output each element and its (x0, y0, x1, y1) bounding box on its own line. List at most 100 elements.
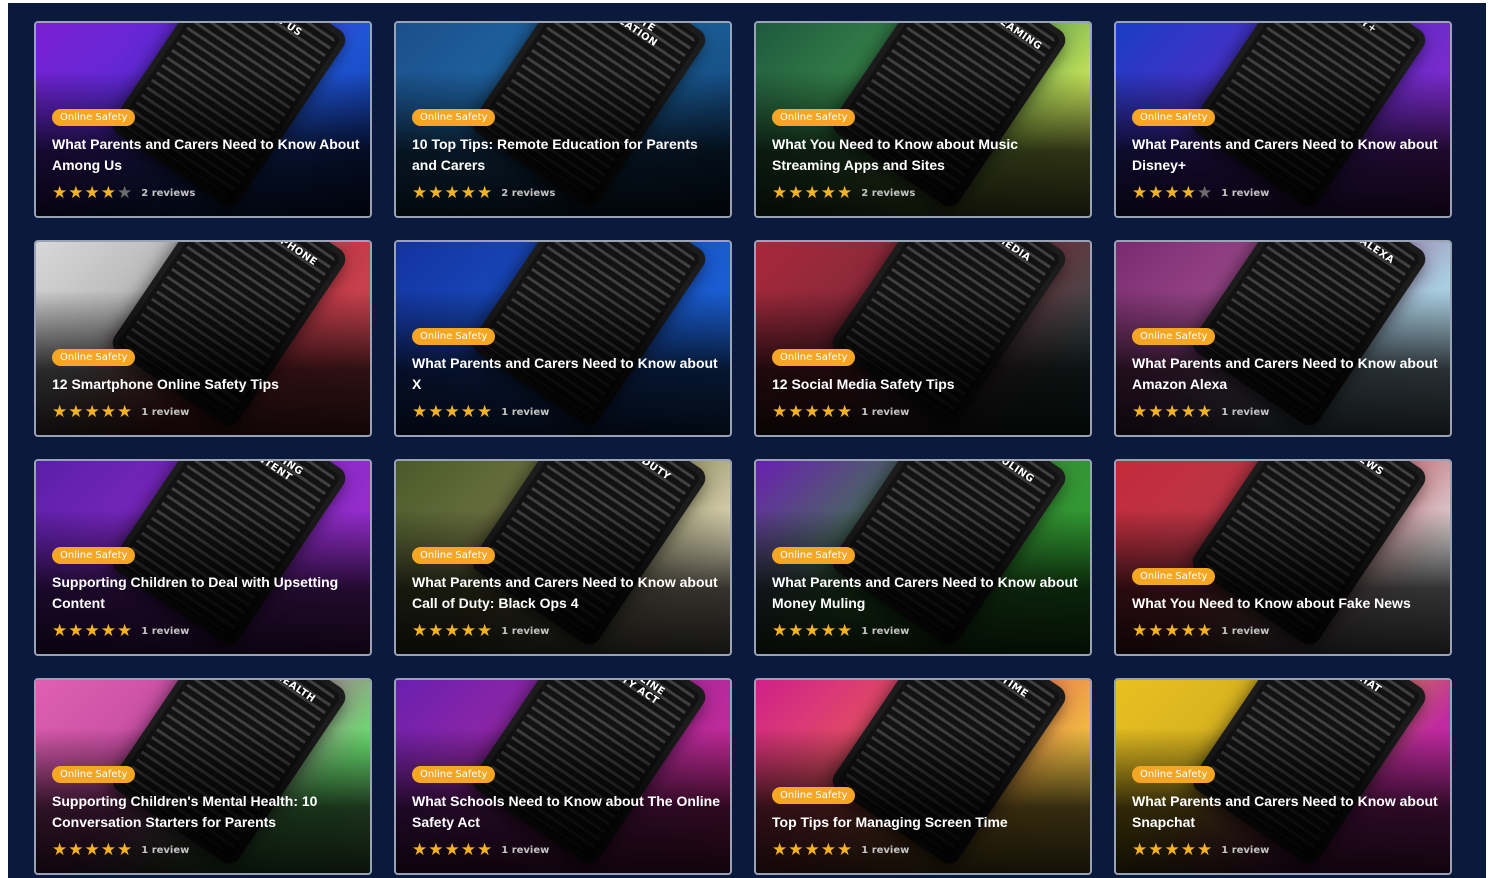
star-filled-icon: ★ (804, 402, 821, 422)
guide-card-7[interactable]: SOCIAL MEDIA Online Safety 12 Social Med… (754, 240, 1092, 437)
star-filled-icon: ★ (412, 621, 429, 641)
star-filled-icon: ★ (772, 621, 789, 641)
star-filled-icon: ★ (68, 840, 85, 860)
star-filled-icon: ★ (68, 621, 85, 641)
guide-card-11[interactable]: MONEY MULING Online Safety What Parents … (754, 459, 1092, 656)
guide-card-8[interactable]: AMAZON ALEXA Online Safety What Parents … (1114, 240, 1452, 437)
review-count: 1 review (1221, 187, 1270, 199)
star-filled-icon: ★ (412, 840, 429, 860)
star-filled-icon: ★ (1180, 183, 1197, 203)
category-badge[interactable]: Online Safety (772, 109, 856, 126)
star-filled-icon: ★ (772, 840, 789, 860)
card-content: Online Safety 12 Smartphone Online Safet… (52, 345, 360, 421)
guide-card-14[interactable]: THE ONLINE SAFETY ACT Online Safety What… (394, 678, 732, 875)
guide-card-4[interactable]: DISNEY+ Online Safety What Parents and C… (1114, 21, 1452, 218)
star-rating: ★★★★★ (1132, 403, 1213, 421)
card-content: Online Safety Supporting Children to Dea… (52, 543, 360, 640)
category-badge[interactable]: Online Safety (772, 547, 856, 564)
star-filled-icon: ★ (788, 183, 805, 203)
guide-card-15[interactable]: SCREEN TIME Online Safety Top Tips for M… (754, 678, 1092, 875)
card-title[interactable]: 10 Top Tips: Remote Education for Parent… (412, 134, 720, 176)
star-filled-icon: ★ (837, 183, 854, 203)
guide-card-6[interactable]: X Online Safety What Parents and Carers … (394, 240, 732, 437)
guide-card-12[interactable]: FAKE NEWS Online Safety What You Need to… (1114, 459, 1452, 656)
star-filled-icon: ★ (772, 183, 789, 203)
guide-card-5[interactable]: 12 SMARTPHONE Online Safety 12 Smartphon… (34, 240, 372, 437)
card-title[interactable]: 12 Smartphone Online Safety Tips (52, 374, 360, 395)
star-empty-icon: ★ (1197, 183, 1214, 203)
review-count: 1 review (501, 406, 550, 418)
category-badge[interactable]: Online Safety (412, 328, 496, 345)
review-count: 1 review (141, 406, 190, 418)
star-filled-icon: ★ (428, 402, 445, 422)
category-badge[interactable]: Online Safety (772, 349, 856, 366)
star-filled-icon: ★ (84, 402, 101, 422)
rating-row: ★★★★★ 2 reviews (772, 184, 1080, 202)
category-badge[interactable]: Online Safety (772, 787, 856, 804)
category-badge[interactable]: Online Safety (52, 766, 136, 783)
star-filled-icon: ★ (1148, 183, 1165, 203)
card-title[interactable]: What Parents and Carers Need to Know abo… (412, 353, 720, 395)
review-count: 1 review (861, 844, 910, 856)
star-filled-icon: ★ (117, 402, 134, 422)
category-badge[interactable]: Online Safety (1132, 328, 1216, 345)
category-badge[interactable]: Online Safety (1132, 568, 1216, 585)
guide-card-1[interactable]: AMONG US Online Safety What Parents and … (34, 21, 372, 218)
star-filled-icon: ★ (804, 183, 821, 203)
guide-card-10[interactable]: CALL OF DUTY Online Safety What Parents … (394, 459, 732, 656)
star-rating: ★★★★★ (52, 403, 133, 421)
card-title[interactable]: Supporting Children to Deal with Upsetti… (52, 572, 360, 614)
star-filled-icon: ★ (477, 621, 494, 641)
card-title[interactable]: What Parents and Carers Need to Know abo… (412, 572, 720, 614)
star-empty-icon: ★ (117, 183, 134, 203)
card-content: Online Safety What Parents and Carers Ne… (772, 543, 1080, 640)
card-title[interactable]: What Parents and Carers Need to Know abo… (772, 572, 1080, 614)
category-badge[interactable]: Online Safety (1132, 109, 1216, 126)
guide-card-13[interactable]: MENTAL HEALTH Online Safety Supporting C… (34, 678, 372, 875)
star-filled-icon: ★ (1164, 183, 1181, 203)
card-title[interactable]: What Schools Need to Know about The Onli… (412, 791, 720, 833)
star-filled-icon: ★ (1197, 402, 1214, 422)
card-title[interactable]: What Parents and Carers Need to Know abo… (1132, 353, 1440, 395)
star-filled-icon: ★ (84, 840, 101, 860)
star-filled-icon: ★ (84, 621, 101, 641)
card-title[interactable]: What You Need to Know about Music Stream… (772, 134, 1080, 176)
rating-row: ★★★★★ 1 review (772, 403, 1080, 421)
card-title[interactable]: Supporting Children's Mental Health: 10 … (52, 791, 360, 833)
rating-row: ★★★★★ 1 review (52, 403, 360, 421)
card-content: Online Safety What Schools Need to Know … (412, 762, 720, 859)
category-badge[interactable]: Online Safety (412, 766, 496, 783)
star-filled-icon: ★ (837, 840, 854, 860)
star-filled-icon: ★ (820, 621, 837, 641)
star-filled-icon: ★ (1197, 840, 1214, 860)
category-badge[interactable]: Online Safety (52, 109, 136, 126)
star-filled-icon: ★ (428, 183, 445, 203)
category-badge[interactable]: Online Safety (52, 547, 136, 564)
card-title[interactable]: What You Need to Know about Fake News (1132, 593, 1440, 614)
guide-card-9[interactable]: UPSETTING CONTENT Online Safety Supporti… (34, 459, 372, 656)
star-rating: ★★★★★ (1132, 841, 1213, 859)
card-title[interactable]: Top Tips for Managing Screen Time (772, 812, 1080, 833)
card-content: Online Safety What You Need to Know abou… (772, 105, 1080, 202)
star-filled-icon: ★ (52, 840, 69, 860)
rating-row: ★★★★★ 1 review (1132, 184, 1440, 202)
card-title[interactable]: What Parents and Carers Need to Know abo… (1132, 791, 1440, 833)
star-filled-icon: ★ (1180, 402, 1197, 422)
card-title[interactable]: What Parents and Carers Need to Know Abo… (52, 134, 360, 176)
guide-card-16[interactable]: SNAPCHAT Online Safety What Parents and … (1114, 678, 1452, 875)
star-filled-icon: ★ (1164, 621, 1181, 641)
guide-card-2[interactable]: REMOTE EDUCATION Online Safety 10 Top Ti… (394, 21, 732, 218)
category-badge[interactable]: Online Safety (412, 547, 496, 564)
star-filled-icon: ★ (412, 183, 429, 203)
card-title[interactable]: What Parents and Carers Need to Know abo… (1132, 134, 1440, 176)
star-filled-icon: ★ (460, 840, 477, 860)
rating-row: ★★★★★ 1 review (772, 622, 1080, 640)
card-content: Online Safety What Parents and Carers Ne… (52, 105, 360, 202)
guide-card-3[interactable]: MUSIC STREAMING Online Safety What You N… (754, 21, 1092, 218)
card-title[interactable]: 12 Social Media Safety Tips (772, 374, 1080, 395)
category-badge[interactable]: Online Safety (52, 349, 136, 366)
category-badge[interactable]: Online Safety (1132, 766, 1216, 783)
rating-row: ★★★★★ 1 review (412, 841, 720, 859)
rating-row: ★★★★★ 2 reviews (52, 184, 360, 202)
category-badge[interactable]: Online Safety (412, 109, 496, 126)
